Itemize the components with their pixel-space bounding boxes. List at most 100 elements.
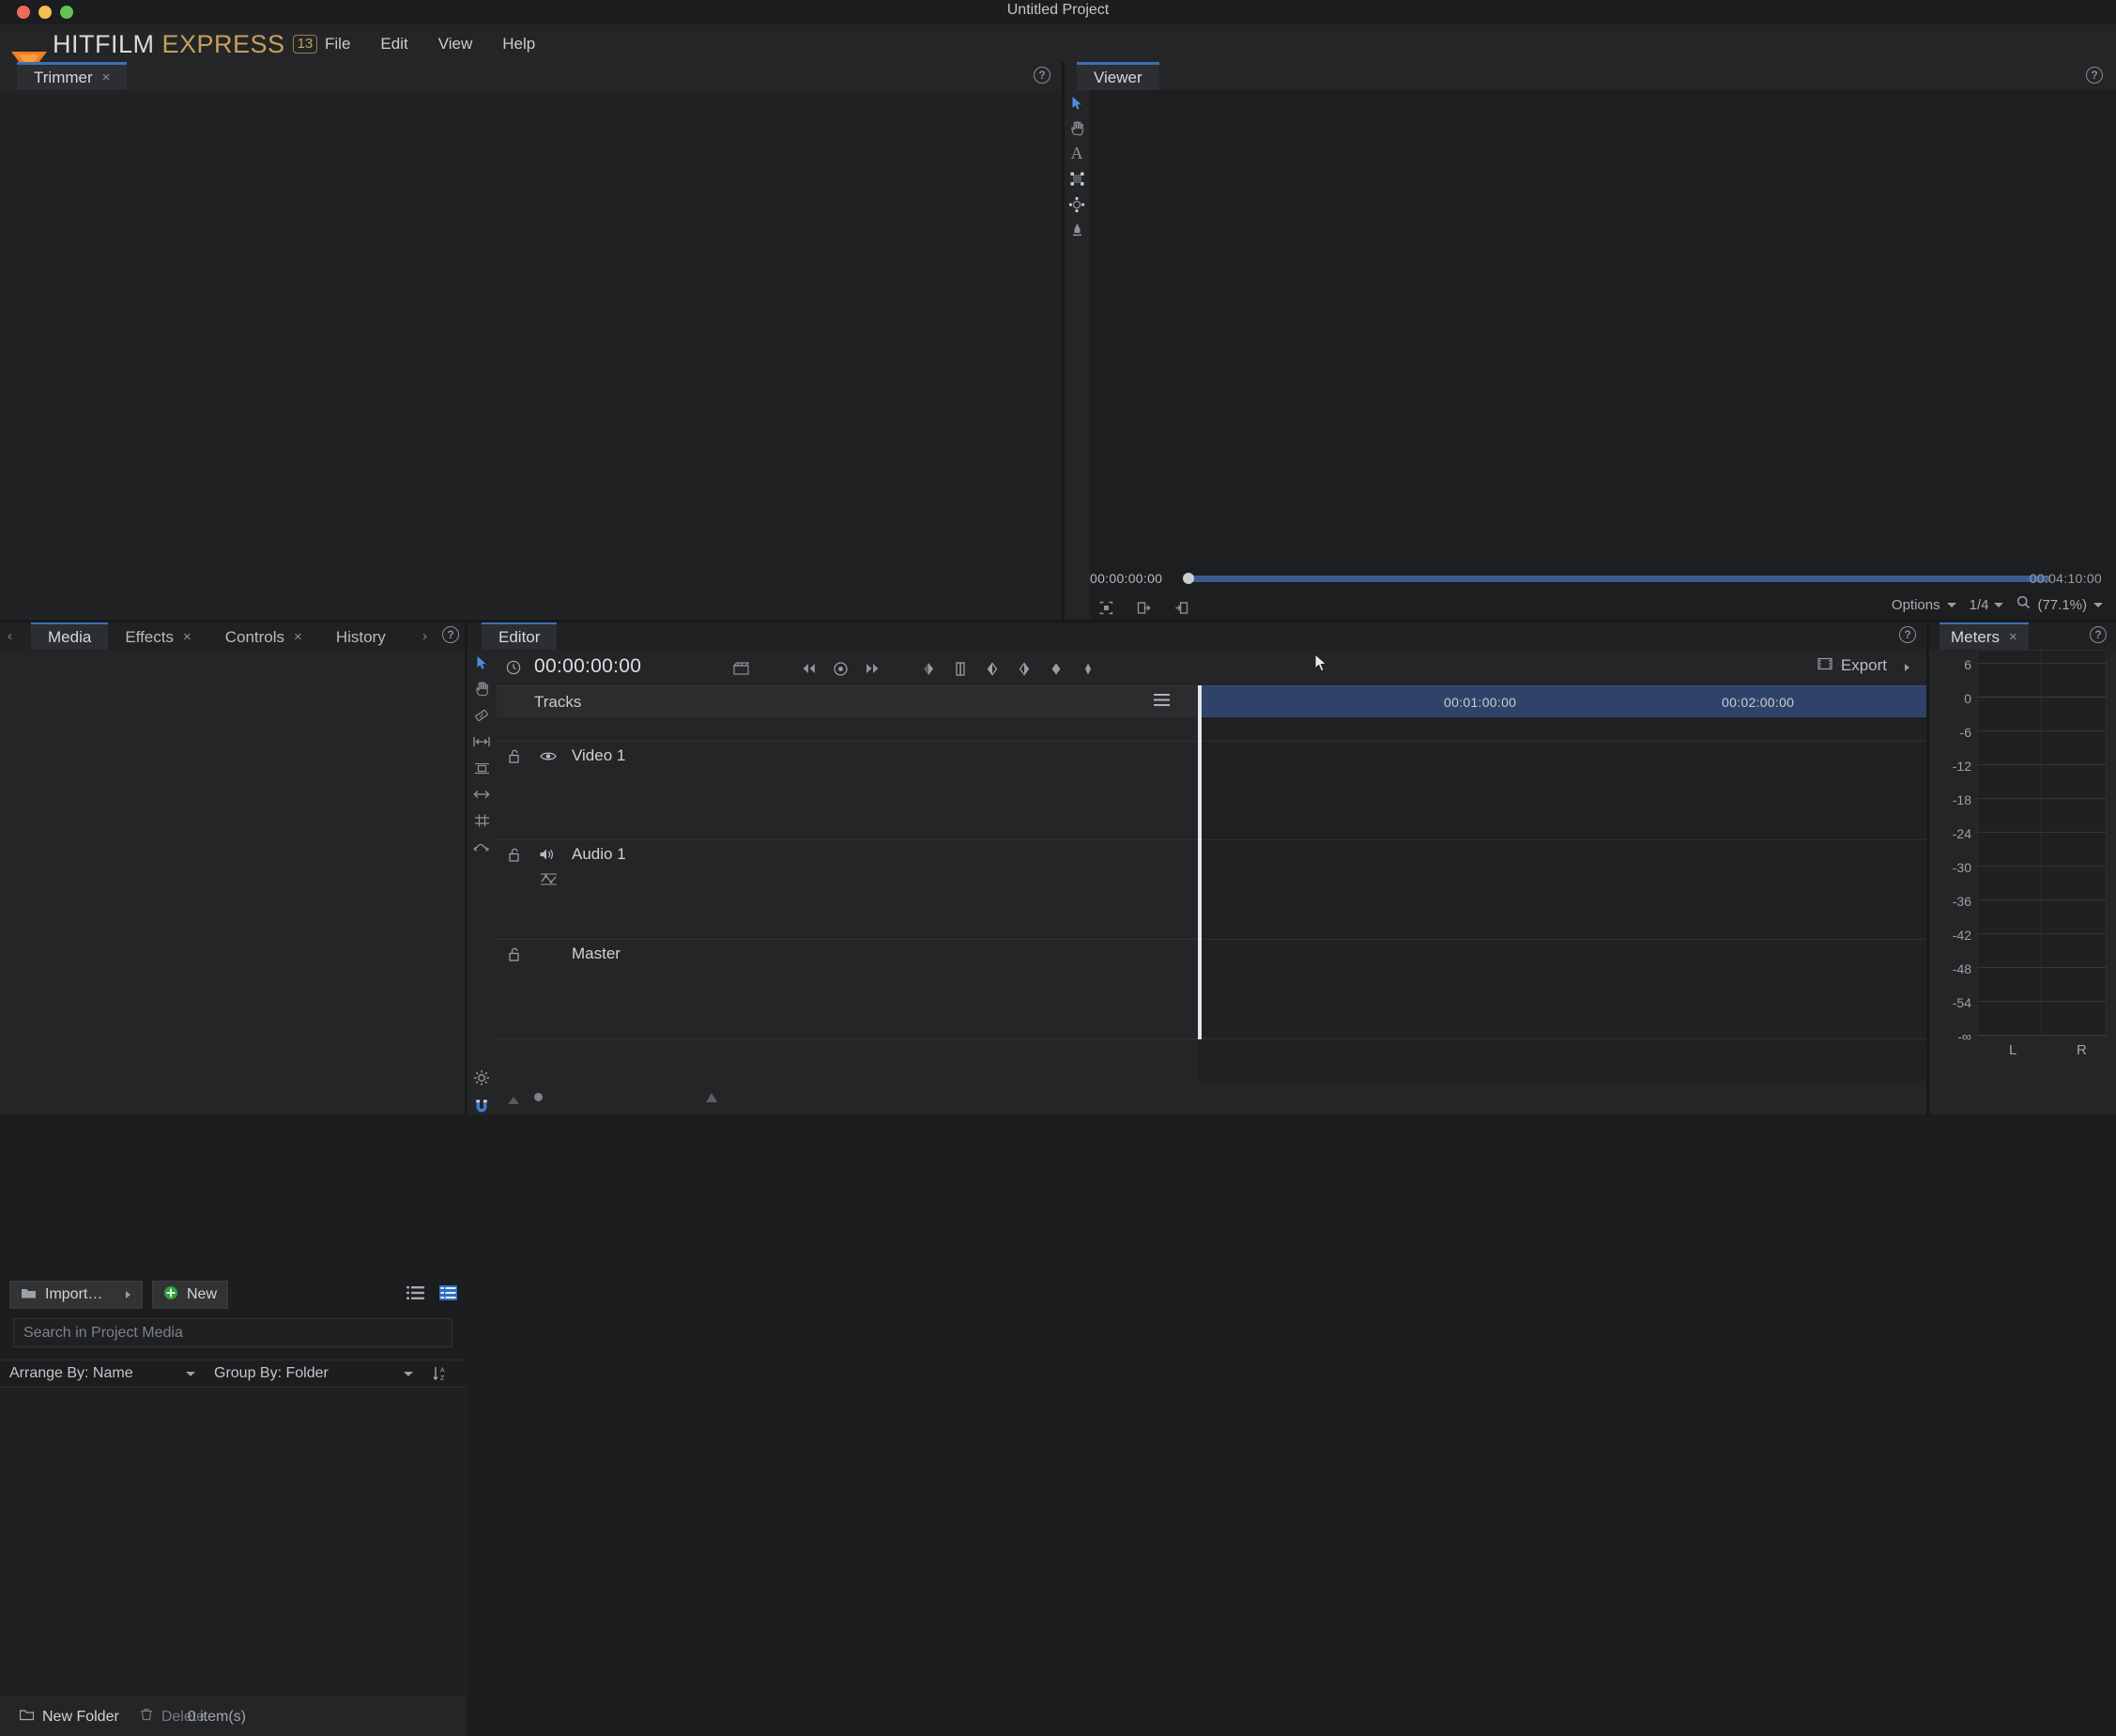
tab-viewer[interactable]: Viewer [1077,62,1159,90]
editor-export-more-icon[interactable] [1905,664,1909,671]
keyframe-4-icon[interactable] [1015,655,1034,682]
chevron-down-icon[interactable] [186,1371,195,1376]
next-edit-icon[interactable] [861,655,883,682]
settings-gear-icon[interactable] [467,1065,497,1091]
menu-item-edit[interactable]: Edit [365,35,422,54]
select-tool-icon[interactable] [1064,90,1090,115]
help-icon[interactable]: ? [2090,626,2107,643]
rate-stretch-tool-icon[interactable] [467,834,497,860]
pen-tool-icon[interactable] [1064,217,1090,242]
tabbar-overflow-icon[interactable]: › [422,628,427,644]
export-in-icon[interactable] [1127,594,1159,621]
divider-vertical-main[interactable] [1062,62,1065,622]
track-row-video-1[interactable]: Video 1 [497,741,1198,840]
tab-history[interactable]: History [319,622,391,650]
viewer-options-label[interactable]: Options [1892,597,1940,613]
close-icon[interactable]: × [2009,630,2017,644]
arrange-by-select[interactable]: Arrange By: Name [0,1360,205,1388]
help-icon[interactable]: ? [442,626,459,643]
keyframe-1-icon[interactable] [919,655,938,682]
media-list[interactable] [0,1389,467,1697]
slip-tool-icon[interactable] [467,729,497,755]
viewer-quality-label[interactable]: 1/4 [1970,597,1989,613]
tab-effects[interactable]: Effects × [108,622,207,650]
viewer-zoom-label[interactable]: (77.1%) [2037,597,2087,613]
track-name-label[interactable]: Audio 1 [572,845,626,864]
new-button[interactable]: New [152,1281,229,1309]
list-view-icon[interactable] [406,1285,424,1305]
tracks-menu-hamburger-icon[interactable] [1154,693,1170,711]
tab-meters[interactable]: Meters × [1940,622,2029,650]
track-row-master[interactable]: Master [497,940,1198,1039]
keyframe-5-icon[interactable] [1047,655,1066,682]
timeline-zoom-out-icon[interactable] [508,1093,519,1110]
chevron-right-icon[interactable] [126,1291,130,1298]
keyframe-6-icon[interactable] [1079,655,1097,682]
unlock-icon[interactable] [508,749,521,768]
roll-tool-icon[interactable] [467,807,497,834]
group-by-select[interactable]: Group By: Folder [205,1360,422,1388]
keyframe-graph-icon[interactable] [540,872,558,891]
close-icon[interactable]: × [183,630,192,644]
slice-tool-icon[interactable] [467,702,497,729]
keyframe-2-icon[interactable] [951,655,970,682]
tab-editor[interactable]: Editor [482,622,558,650]
magnet-snap-icon[interactable] [467,1093,497,1119]
mark-region-icon[interactable] [1090,594,1122,621]
editor-export-button[interactable]: Export [1817,656,1887,675]
timeline-zoom-handle[interactable] [534,1093,543,1101]
export-out-icon[interactable] [1165,594,1197,621]
help-icon[interactable]: ? [1899,626,1916,643]
timeline-bottom-marker-icon[interactable] [705,1091,718,1108]
tab-media[interactable]: Media [31,622,109,650]
detail-view-icon[interactable] [439,1284,457,1305]
slate-icon[interactable] [729,655,752,682]
chevron-down-icon[interactable] [1994,602,2004,607]
prev-edit-icon[interactable] [797,655,820,682]
new-folder-button[interactable]: New Folder [9,1703,130,1731]
timeline-playhead[interactable] [1198,685,1202,1039]
move-tool-icon[interactable] [1064,192,1090,217]
close-icon[interactable]: × [294,630,302,644]
add-marker-icon[interactable] [829,655,851,682]
tab-controls[interactable]: Controls × [208,622,319,650]
help-icon[interactable]: ? [2086,67,2103,84]
track-name-label[interactable]: Master [572,945,621,963]
text-tool-icon[interactable]: A [1064,141,1090,166]
transform-tool-icon[interactable] [1064,166,1090,192]
viewer-stage[interactable] [1090,90,2116,622]
pan-tool-icon[interactable] [1064,115,1090,141]
unlock-icon[interactable] [508,848,521,867]
slide-tool-icon[interactable] [467,755,497,781]
tabbar-scroll-left-icon[interactable]: ‹ [8,628,12,644]
chevron-down-icon[interactable] [404,1371,413,1376]
close-icon[interactable]: × [102,70,111,84]
pan-tool-icon[interactable] [467,676,497,702]
chevron-down-icon[interactable] [2093,602,2103,607]
unlock-icon[interactable] [508,947,521,966]
keyframe-3-icon[interactable] [983,655,1002,682]
divider-vertical-media-editor[interactable] [465,622,468,1114]
help-icon[interactable]: ? [1034,67,1050,84]
viewer-scrubber-thumb[interactable] [1183,573,1194,584]
menu-item-file[interactable]: File [310,35,365,54]
tab-controls-label: Controls [224,627,285,646]
search-input[interactable] [13,1318,452,1347]
tab-trimmer[interactable]: Trimmer × [17,62,128,90]
divider-horizontal-main[interactable] [0,620,2116,622]
sort-az-icon[interactable]: AZ [422,1365,460,1382]
menu-item-help[interactable]: Help [487,35,550,54]
menu-item-view[interactable]: View [423,35,488,54]
ripple-tool-icon[interactable] [467,781,497,807]
speaker-icon[interactable] [539,848,556,866]
chevron-down-icon[interactable] [1946,602,1956,607]
viewer-scrubber-track[interactable] [1187,576,2050,582]
viewer-current-time[interactable]: 00:00:00:00 [1090,571,1162,586]
select-tool-icon[interactable] [467,650,497,676]
eye-icon[interactable] [540,750,557,767]
track-row-audio-1[interactable]: Audio 1 [497,840,1198,940]
track-name-label[interactable]: Video 1 [572,746,625,765]
divider-vertical-editor-meters[interactable] [1926,622,1929,1114]
import-button[interactable]: Import… [9,1281,143,1309]
editor-playhead-time[interactable]: 00:00:00:00 [534,655,641,678]
